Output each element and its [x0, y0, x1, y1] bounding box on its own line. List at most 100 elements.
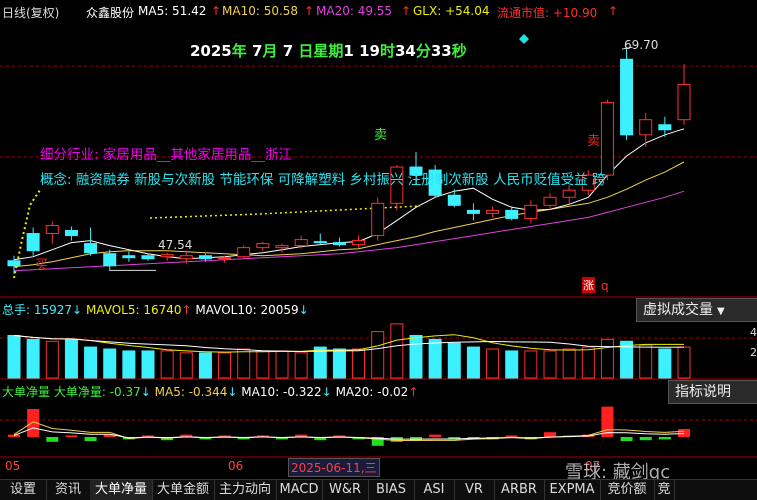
volume-bar: [600, 338, 614, 379]
volume-bar: [677, 346, 691, 379]
tab-2[interactable]: 大单净量: [90, 480, 153, 500]
indicator-help-button[interactable]: 指标说明: [668, 380, 757, 404]
volume-bar: [84, 346, 98, 379]
high-price-label: 69.70: [624, 38, 659, 52]
tab-4[interactable]: 主力动向: [214, 480, 277, 500]
candle-body: [26, 233, 40, 252]
volume-bar: [371, 331, 385, 379]
candle-body: [141, 255, 155, 260]
sell-marker-2: 卖: [587, 134, 601, 149]
zhang-badge: 涨: [582, 277, 595, 293]
net-volume-header: 大单净量 大单净量: -0.37↓ MA5: -0.344↓ MA10: -0.…: [2, 383, 418, 400]
volume-bar: [639, 344, 653, 379]
tab-11[interactable]: EXPMA: [544, 480, 601, 500]
mavol5: MAVOL5: 16740: [85, 303, 182, 317]
mavol5-arrow: ↑: [181, 303, 192, 317]
candle-body: [103, 253, 117, 267]
volume-bar: [122, 350, 136, 379]
candle-body: [7, 260, 21, 267]
dropdown-icon: ▼: [717, 306, 725, 317]
total-volume: 总手: 15927: [2, 303, 73, 317]
volume-bar: [26, 338, 40, 379]
tab-6[interactable]: W&R: [322, 480, 369, 500]
candle-body: [84, 243, 98, 254]
volume-bar: [179, 352, 193, 379]
sell-marker-1: 卖: [374, 128, 388, 143]
concept-text: 概念: 融资融券 新股与次新股 节能环保 可降解塑料 乡村振兴 注册制次新股 人…: [40, 172, 606, 188]
volume-bar: [275, 350, 289, 379]
candle-body: [218, 257, 232, 260]
volume-bar: [7, 334, 21, 379]
volume-bar: [505, 350, 519, 379]
volume-bar: [237, 348, 251, 379]
x-label-05: 05: [5, 459, 21, 473]
net-bar: [84, 437, 97, 441]
candle-body: [658, 124, 672, 131]
diamond-marker: [519, 34, 529, 44]
candle-body: [524, 204, 538, 219]
candle-body: [371, 202, 385, 237]
x-label-06: 06: [228, 459, 244, 473]
net-ma10-arrow: ↓: [321, 385, 332, 399]
volume-bar: [256, 350, 270, 379]
volume-bar: [352, 348, 366, 379]
mavol10-arrow: ↓: [298, 303, 309, 317]
candle-body: [466, 209, 480, 214]
tab-7[interactable]: BIAS: [368, 480, 415, 500]
candle-body: [677, 83, 691, 121]
candle-body: [122, 255, 136, 259]
volume-bar: [581, 346, 595, 379]
tab-1[interactable]: 资讯: [46, 480, 91, 500]
candle-body: [313, 241, 327, 244]
vol-scale-top: 4: [750, 326, 757, 339]
tab-3[interactable]: 大单金额: [152, 480, 215, 500]
tab-5[interactable]: MACD: [276, 480, 323, 500]
volume-bar: [64, 338, 78, 379]
volume-bar: [409, 334, 423, 379]
candle-body: [256, 243, 270, 249]
tab-12[interactable]: 竞价额: [600, 480, 655, 500]
tab-9[interactable]: VR: [454, 480, 495, 500]
total-volume-arrow: ↓: [72, 303, 83, 317]
volume-bar: [141, 350, 155, 379]
volume-bar: [658, 348, 672, 379]
net-ma20: MA20: -0.02: [335, 385, 409, 399]
volume-bar: [294, 352, 308, 379]
volume-bar: [428, 338, 442, 379]
net-bar: [46, 437, 59, 442]
net-ma5: MA5: -0.344: [154, 385, 228, 399]
candle-body: [332, 242, 346, 246]
industry-text: 细分行业: 家居用品__其他家居用品__浙江: [40, 147, 292, 163]
tab-8[interactable]: ASI: [414, 480, 455, 500]
candle-body: [352, 240, 366, 246]
net-bar: [65, 435, 78, 437]
net-bar: [505, 435, 518, 437]
candle-body: [447, 194, 461, 206]
candle-body: [543, 196, 557, 206]
tab-0[interactable]: 设置: [0, 480, 47, 500]
candle-body: [179, 255, 193, 260]
candle-body: [562, 189, 576, 198]
candle-body: [198, 255, 212, 260]
volume-bar: [218, 352, 232, 379]
tab-13[interactable]: 竞: [654, 480, 675, 500]
vol-scale-mid: 2: [750, 346, 757, 359]
candle-body: [620, 58, 634, 136]
volume-bar: [486, 348, 500, 379]
candle-body: [505, 209, 519, 219]
candle-body: [45, 224, 59, 235]
net-bar: [8, 434, 20, 437]
volume-bar: [562, 348, 576, 379]
net-bar: [544, 432, 556, 437]
candle-body: [600, 102, 614, 176]
volume-bar: [466, 346, 480, 379]
tab-10[interactable]: ARBR: [494, 480, 545, 500]
indicator-tab-bar: 设置 资讯 大单净量 大单金额 主力动向 MACD W&R BIAS ASI VR ARBR EXPM…: [0, 479, 757, 500]
net-ma10: MA10: -0.322: [241, 385, 322, 399]
volume-bar: [332, 348, 346, 379]
volume-bar: [103, 348, 117, 379]
volume-bar: [198, 352, 212, 379]
price-chart[interactable]: [0, 0, 757, 479]
net-bar: [620, 437, 633, 441]
virtual-volume-button[interactable]: 虚拟成交量 ▼: [636, 298, 757, 322]
